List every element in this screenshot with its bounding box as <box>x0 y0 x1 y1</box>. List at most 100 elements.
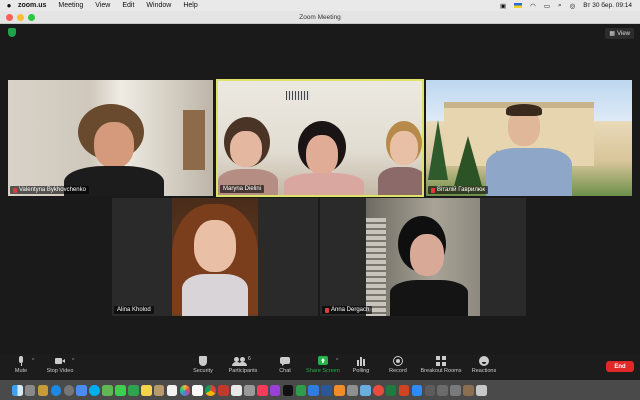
shield-icon <box>198 356 208 366</box>
smiley-icon <box>479 356 489 366</box>
menu-window[interactable]: Window <box>146 2 171 9</box>
breakout-rooms-label: Breakout Rooms <box>420 368 462 374</box>
status-area: ▣ ◠ ▭ ⌕ ◎ Вт 30 бер. 09:14 <box>500 0 632 11</box>
menu-view[interactable]: View <box>95 2 110 9</box>
video-tile-vitaliy[interactable]: Віталій Гаврилюк <box>426 80 632 196</box>
battery-icon[interactable]: ▭ <box>544 2 550 10</box>
menu-edit[interactable]: Edit <box>122 2 134 9</box>
menu-help[interactable]: Help <box>183 2 197 9</box>
background-door <box>183 110 205 170</box>
participant-name: Anna Dergach <box>331 307 370 313</box>
app-store-icon[interactable] <box>76 385 88 396</box>
person-face <box>194 220 236 272</box>
safari-icon[interactable] <box>50 385 62 396</box>
video-tile-alina[interactable]: Alina Kholod <box>112 198 318 316</box>
reactions-button[interactable]: Reactions <box>461 356 507 378</box>
downloads-icon[interactable] <box>424 385 436 396</box>
shield-icon[interactable] <box>8 28 16 37</box>
books-icon[interactable] <box>334 385 345 396</box>
system-preferences-icon[interactable] <box>63 385 75 396</box>
messages-icon[interactable] <box>115 385 126 396</box>
participant-name: Віталій Гаврилюк <box>437 187 485 193</box>
reminders-icon[interactable] <box>192 385 204 396</box>
breakout-rooms-button[interactable]: Breakout Rooms <box>416 356 466 378</box>
contacts-icon[interactable] <box>153 385 165 396</box>
zoom-status-icon[interactable]: ▣ <box>500 2 506 10</box>
record-label: Record <box>389 368 407 374</box>
participant-name: Maryna Dielini <box>223 186 262 192</box>
video-options-chevron-icon[interactable]: ^ <box>72 358 74 364</box>
chat-label: Chat <box>279 368 291 374</box>
clock[interactable]: Вт 30 бер. 09:14 <box>583 2 632 9</box>
music-icon[interactable] <box>256 385 268 396</box>
share-screen-icon <box>318 356 328 366</box>
chrome-icon[interactable] <box>205 385 216 396</box>
polling-label: Polling <box>352 368 370 374</box>
mic-muted-icon <box>325 307 329 313</box>
person-center-body <box>284 173 364 195</box>
zoom-icon[interactable] <box>411 385 423 396</box>
view-button-label: View <box>617 30 630 37</box>
record-button[interactable]: Record <box>375 356 421 378</box>
browser-icon[interactable] <box>372 385 384 396</box>
video-tile-valentyna[interactable]: Valentyna Bykhovchenko <box>8 80 213 196</box>
mute-options-chevron-icon[interactable]: ^ <box>32 358 34 364</box>
video-camera-icon <box>55 356 65 366</box>
person-face <box>94 122 134 168</box>
apple-menu-icon[interactable]: ● <box>0 1 18 10</box>
screenshot-icon[interactable] <box>347 385 358 396</box>
word-icon[interactable] <box>321 385 332 396</box>
preview-icon[interactable] <box>360 385 371 396</box>
participants-button[interactable]: 6 Participants <box>220 356 266 378</box>
photo-booth-icon[interactable] <box>218 385 229 396</box>
participant-name-label: Віталій Гаврилюк <box>428 186 488 194</box>
menu-meeting[interactable]: Meeting <box>58 2 83 9</box>
close-window-button[interactable] <box>6 14 13 21</box>
folder-icon[interactable] <box>37 385 49 396</box>
notes-icon[interactable] <box>140 385 152 396</box>
wifi-icon[interactable]: ◠ <box>530 2 536 10</box>
search-icon[interactable]: ⌕ <box>558 2 562 10</box>
calendar-icon[interactable] <box>166 385 178 396</box>
excel-icon[interactable] <box>385 385 397 396</box>
view-button[interactable]: ▦ View <box>605 28 634 39</box>
image-stack-icon[interactable] <box>463 385 474 396</box>
mute-label: Mute <box>14 368 28 374</box>
control-center-icon[interactable]: ◎ <box>570 2 576 10</box>
facetime-icon[interactable] <box>128 385 139 396</box>
language-flag-icon[interactable] <box>514 3 523 8</box>
person-face <box>410 234 444 276</box>
dock-apps <box>12 382 487 398</box>
video-tile-maryna[interactable]: Maryna Dielini <box>216 79 424 197</box>
window-title: Zoom Meeting <box>299 14 341 21</box>
apple-tv-icon[interactable] <box>282 385 294 396</box>
end-meeting-button[interactable]: End <box>606 361 634 372</box>
participants-label: Participants <box>228 368 258 374</box>
trash-icon[interactable] <box>476 385 487 396</box>
background-stairs <box>366 218 386 316</box>
participant-name-label: Alina Kholod <box>114 306 154 314</box>
person-right-body <box>378 167 422 195</box>
microphone-icon <box>16 356 26 366</box>
script-editor-icon[interactable] <box>244 385 255 396</box>
photos-icon[interactable] <box>179 385 191 396</box>
podcasts-icon[interactable] <box>269 385 281 396</box>
powerpoint-icon[interactable] <box>398 385 410 396</box>
documents-icon[interactable] <box>437 385 448 396</box>
finder-icon[interactable] <box>12 385 23 396</box>
maps-icon[interactable] <box>102 385 113 396</box>
launchpad-icon[interactable] <box>24 385 36 396</box>
participant-name-label: Valentyna Bykhovchenko <box>10 186 89 194</box>
skype-icon[interactable] <box>89 385 100 396</box>
minimize-window-button[interactable] <box>17 14 24 21</box>
menu-app-zoom[interactable]: zoom.us <box>18 2 46 9</box>
person-right-face <box>390 131 418 165</box>
participant-name-label: Anna Dergach <box>322 306 373 314</box>
fullscreen-window-button[interactable] <box>28 14 35 21</box>
video-tile-anna[interactable]: Anna Dergach <box>320 198 526 316</box>
textedit-icon[interactable] <box>231 385 242 396</box>
numbers-icon[interactable] <box>295 385 307 396</box>
keynote-icon[interactable] <box>308 385 320 396</box>
recent-files-icon[interactable] <box>450 385 461 396</box>
person-hair <box>506 104 542 116</box>
